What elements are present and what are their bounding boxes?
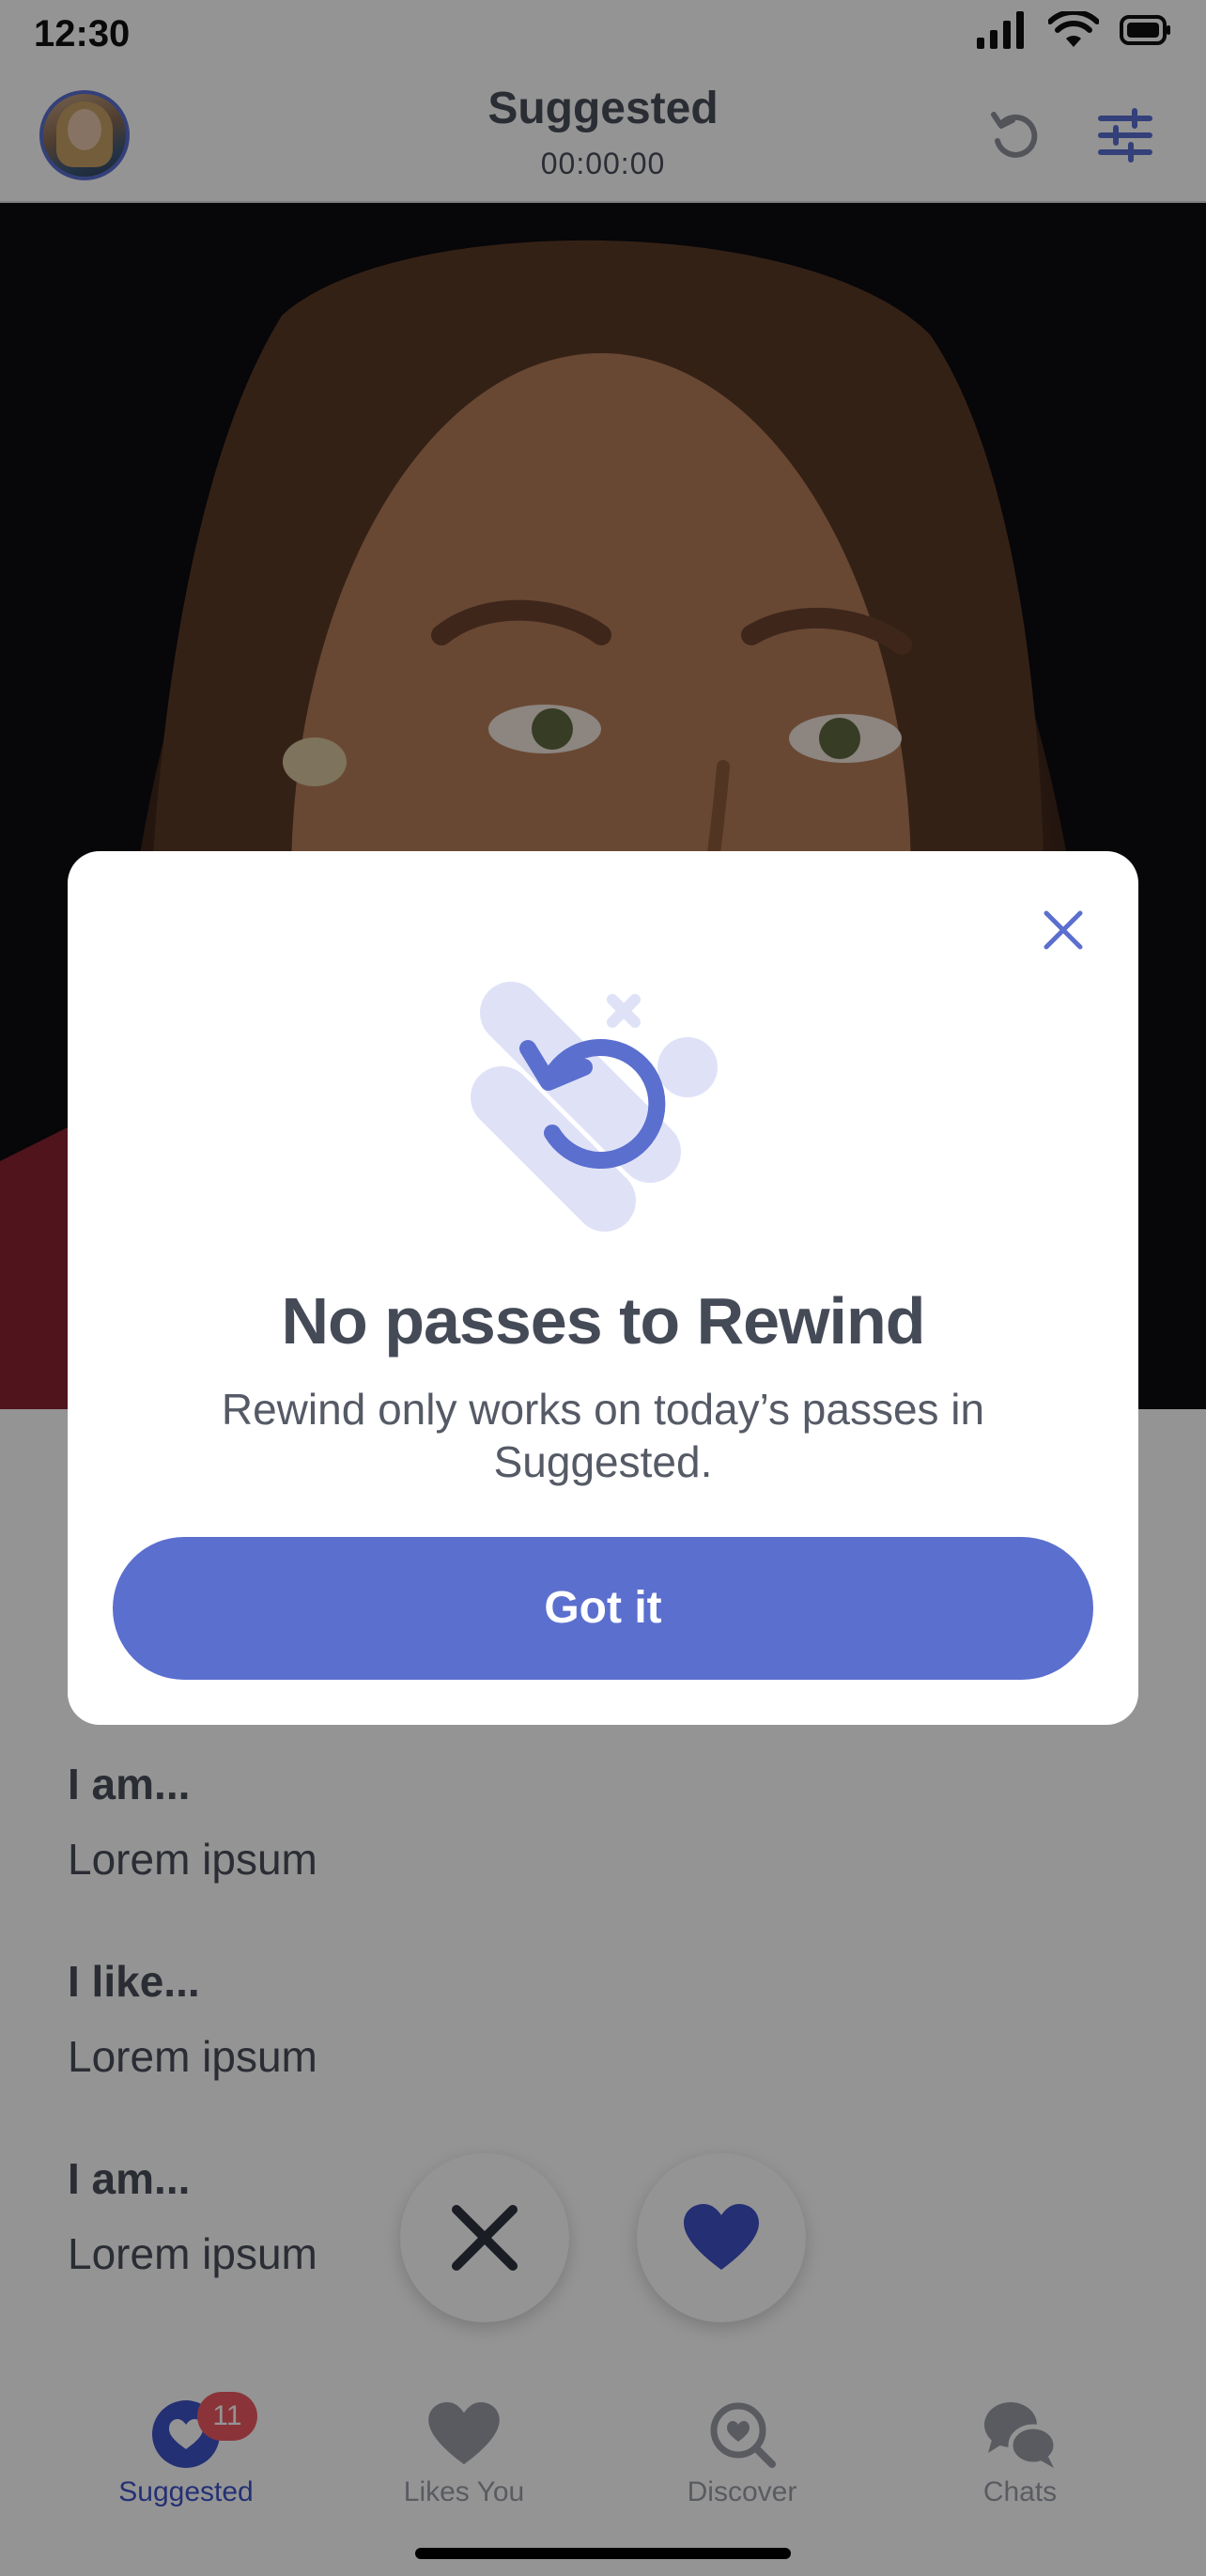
close-icon [1044,910,1083,950]
app-screen: 12:30 Suggested 00:00:00 I am... Lorem i… [0,0,1206,2576]
dialog-message: Rewind only works on today’s passes in S… [221,1385,985,1486]
close-button[interactable] [1029,896,1097,964]
rewind-unavailable-dialog: No passes to Rewind Rewind only works on… [68,851,1138,1725]
rewind-illustration-icon [471,982,718,1232]
got-it-button[interactable]: Got it [113,1537,1093,1680]
dialog-title: No passes to Rewind [281,1284,925,1358]
